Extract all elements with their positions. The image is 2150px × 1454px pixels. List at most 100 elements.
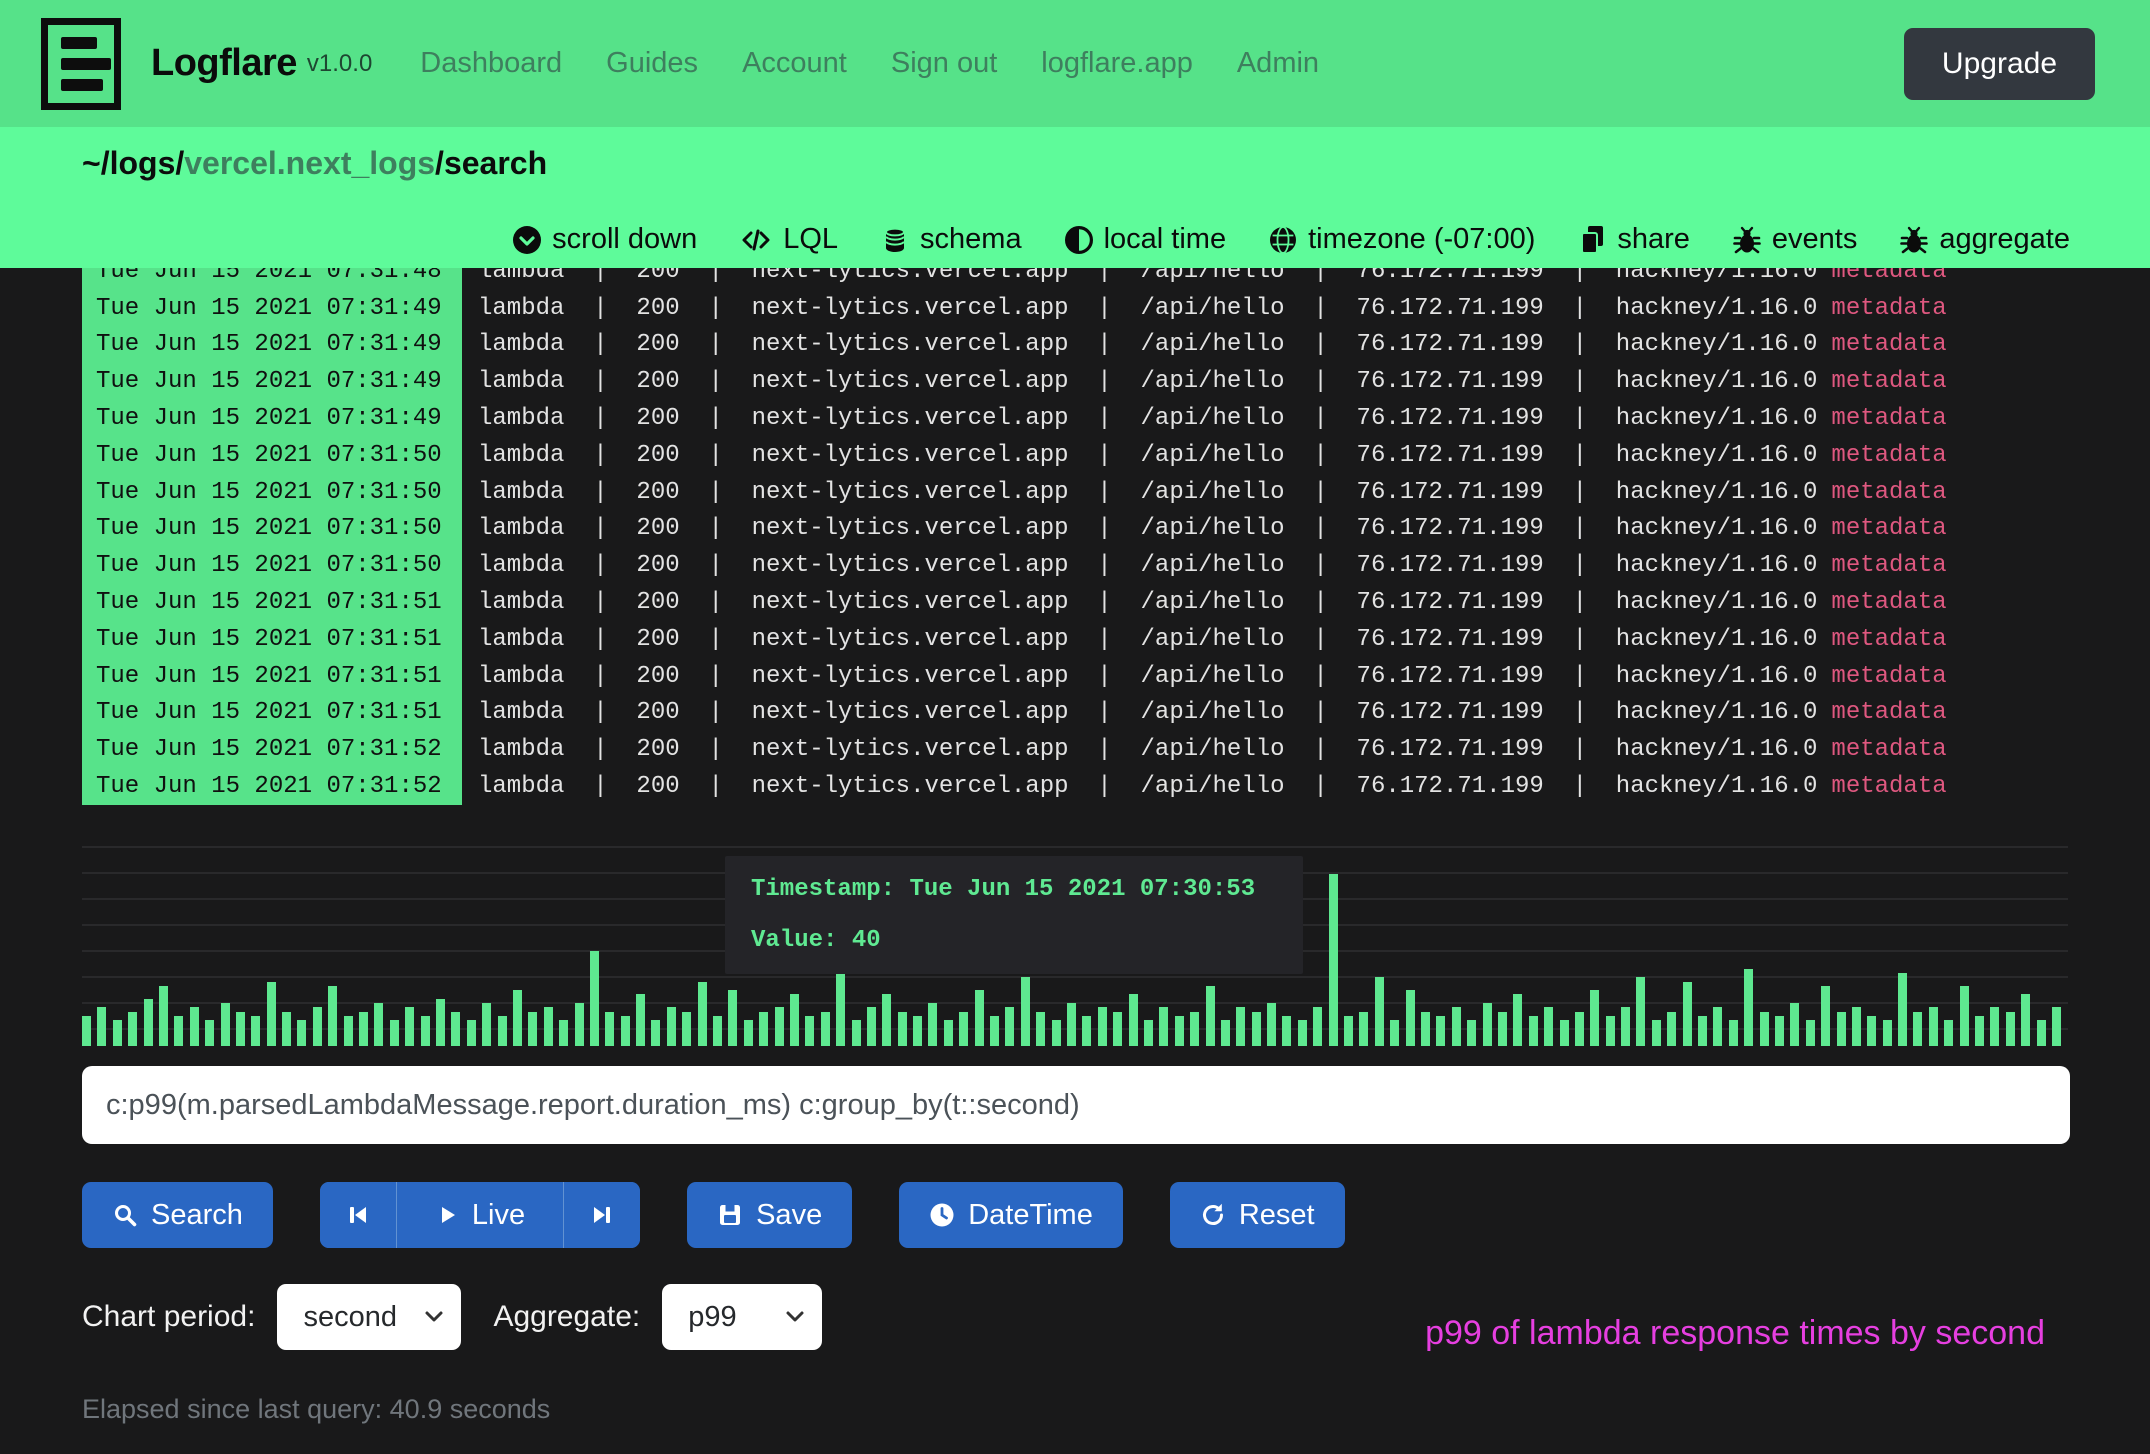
chart-bar[interactable] bbox=[205, 1020, 214, 1046]
chart-bar[interactable] bbox=[1129, 994, 1138, 1046]
chart-bar[interactable] bbox=[852, 1020, 861, 1046]
chart-bar[interactable] bbox=[882, 994, 891, 1046]
chart-bar[interactable] bbox=[1683, 982, 1692, 1047]
log-row[interactable]: Tue Jun 15 2021 07:31:49lambda | 200 | n… bbox=[0, 363, 2150, 400]
chart-bar[interactable] bbox=[1975, 1016, 1984, 1046]
chart-bar[interactable] bbox=[1236, 1007, 1245, 1046]
chart-bar[interactable] bbox=[559, 1020, 568, 1046]
nav-link-admin[interactable]: Admin bbox=[1237, 47, 1319, 80]
metadata-link[interactable]: metadata bbox=[1831, 474, 1946, 511]
metadata-link[interactable]: metadata bbox=[1831, 437, 1946, 474]
chart-bar[interactable] bbox=[1329, 874, 1338, 1046]
chart-bar[interactable] bbox=[713, 1016, 722, 1046]
log-row[interactable]: Tue Jun 15 2021 07:31:52lambda | 200 | n… bbox=[0, 731, 2150, 768]
chart-bar[interactable] bbox=[1898, 973, 1907, 1046]
control-share[interactable]: share bbox=[1577, 223, 1690, 256]
chart-bar[interactable] bbox=[1452, 1007, 1461, 1046]
chart-bar[interactable] bbox=[790, 994, 799, 1046]
chart-bar[interactable] bbox=[390, 1020, 399, 1046]
chart-bar[interactable] bbox=[297, 1020, 306, 1046]
chart-bar[interactable] bbox=[698, 982, 707, 1047]
skip-to-start-button[interactable] bbox=[320, 1182, 396, 1248]
chart-bar[interactable] bbox=[1944, 1020, 1953, 1046]
chart-bar[interactable] bbox=[1344, 1016, 1353, 1046]
datetime-button[interactable]: DateTime bbox=[899, 1182, 1123, 1248]
chart-bar[interactable] bbox=[174, 1016, 183, 1046]
chart-bar[interactable] bbox=[990, 1016, 999, 1046]
chart-bar[interactable] bbox=[1575, 1012, 1584, 1046]
metadata-link[interactable]: metadata bbox=[1831, 584, 1946, 621]
search-button[interactable]: Search bbox=[82, 1182, 273, 1248]
chart-bar[interactable] bbox=[421, 1016, 430, 1046]
chart-bar[interactable] bbox=[405, 1007, 414, 1046]
chart-bar[interactable] bbox=[374, 1003, 383, 1046]
chart-bar[interactable] bbox=[313, 1007, 322, 1046]
log-row[interactable]: Tue Jun 15 2021 07:31:49lambda | 200 | n… bbox=[0, 400, 2150, 437]
metadata-link[interactable]: metadata bbox=[1831, 290, 1946, 327]
chart-bar[interactable] bbox=[436, 999, 445, 1046]
metadata-link[interactable]: metadata bbox=[1831, 400, 1946, 437]
chart-bar[interactable] bbox=[1744, 969, 1753, 1046]
chart-bar[interactable] bbox=[97, 1007, 106, 1046]
chart-bar[interactable] bbox=[1960, 986, 1969, 1046]
nav-link-logflare-app[interactable]: logflare.app bbox=[1041, 47, 1193, 80]
chart-bar[interactable] bbox=[1098, 1007, 1107, 1046]
chart-bar[interactable] bbox=[2021, 994, 2030, 1046]
chart-bar[interactable] bbox=[1760, 1012, 1769, 1046]
chart-bar[interactable] bbox=[1513, 994, 1522, 1046]
chart-bar[interactable] bbox=[1560, 1020, 1569, 1046]
chart-bar[interactable] bbox=[1005, 1007, 1014, 1046]
log-row[interactable]: Tue Jun 15 2021 07:31:49lambda | 200 | n… bbox=[0, 290, 2150, 327]
breadcrumb-source[interactable]: vercel.next_logs bbox=[184, 145, 435, 181]
chart-bar[interactable] bbox=[1159, 1007, 1168, 1046]
log-row[interactable]: Tue Jun 15 2021 07:31:52lambda | 200 | n… bbox=[0, 768, 2150, 805]
chart-bar[interactable] bbox=[1144, 1020, 1153, 1046]
metadata-link[interactable]: metadata bbox=[1831, 511, 1946, 548]
chart-bar[interactable] bbox=[1636, 977, 1645, 1046]
chart-bar[interactable] bbox=[1190, 1012, 1199, 1046]
chart-bar[interactable] bbox=[1775, 1016, 1784, 1046]
chart-bar[interactable] bbox=[621, 1016, 630, 1046]
chart-bar[interactable] bbox=[867, 1007, 876, 1046]
upgrade-button[interactable]: Upgrade bbox=[1904, 28, 2095, 100]
nav-link-guides[interactable]: Guides bbox=[606, 47, 698, 80]
chart-bar[interactable] bbox=[1206, 986, 1215, 1046]
chart-bar[interactable] bbox=[1052, 1020, 1061, 1046]
chart-bar[interactable] bbox=[1467, 1020, 1476, 1046]
nav-link-account[interactable]: Account bbox=[742, 47, 847, 80]
chart-bar[interactable] bbox=[1652, 1020, 1661, 1046]
chart-bar[interactable] bbox=[636, 994, 645, 1046]
chart-bar[interactable] bbox=[2037, 1020, 2046, 1046]
chart-bar[interactable] bbox=[159, 986, 168, 1046]
chart-bar[interactable] bbox=[898, 1012, 907, 1046]
chart-bar[interactable] bbox=[328, 986, 337, 1046]
chart-period-select[interactable]: second bbox=[277, 1284, 461, 1350]
metadata-link[interactable]: metadata bbox=[1831, 658, 1946, 695]
chart-bar[interactable] bbox=[682, 1012, 691, 1046]
chart-bar[interactable] bbox=[82, 1016, 91, 1046]
chart-bar[interactable] bbox=[1406, 990, 1415, 1046]
chart-bar[interactable] bbox=[1436, 1016, 1445, 1046]
chart-bar[interactable] bbox=[959, 1012, 968, 1046]
chart-bar[interactable] bbox=[282, 1012, 291, 1046]
chart-bar[interactable] bbox=[605, 1012, 614, 1046]
chart-bar[interactable] bbox=[1867, 1016, 1876, 1046]
chart-bar[interactable] bbox=[1175, 1016, 1184, 1046]
metadata-link[interactable]: metadata bbox=[1831, 621, 1946, 658]
chart-bar[interactable] bbox=[928, 1003, 937, 1046]
chart-bar[interactable] bbox=[1221, 1020, 1230, 1046]
chart-bar[interactable] bbox=[1667, 1012, 1676, 1046]
log-row[interactable]: Tue Jun 15 2021 07:31:50lambda | 200 | n… bbox=[0, 437, 2150, 474]
metadata-link[interactable]: metadata bbox=[1831, 268, 1946, 290]
chart-bar[interactable] bbox=[728, 990, 737, 1046]
chart-bar[interactable] bbox=[1252, 1012, 1261, 1046]
chart-bar[interactable] bbox=[2052, 1007, 2061, 1046]
log-row[interactable]: Tue Jun 15 2021 07:31:50lambda | 200 | n… bbox=[0, 511, 2150, 548]
chart-bar[interactable] bbox=[1375, 977, 1384, 1046]
chart-bar[interactable] bbox=[1837, 1012, 1846, 1046]
chart-bar[interactable] bbox=[1606, 1016, 1615, 1046]
chart-bar[interactable] bbox=[1990, 1007, 1999, 1046]
chart-bar[interactable] bbox=[513, 990, 522, 1046]
control-schema[interactable]: schema bbox=[880, 223, 1022, 256]
log-row[interactable]: Tue Jun 15 2021 07:31:51lambda | 200 | n… bbox=[0, 695, 2150, 732]
